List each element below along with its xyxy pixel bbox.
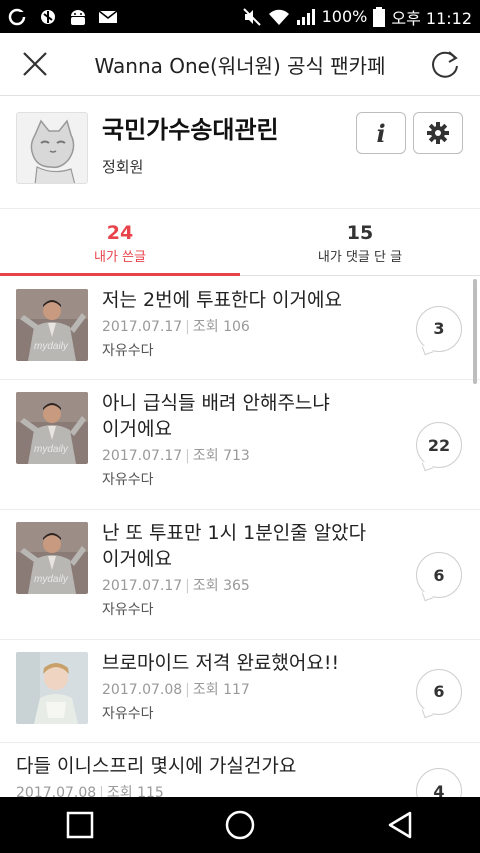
tab-label: 내가 쓴글	[94, 250, 146, 265]
status-bar: 100% 오후 11:12	[0, 0, 480, 33]
thumbnail-watermark: mydaily	[34, 574, 68, 585]
tab-count: 15	[346, 222, 374, 244]
post-date: 2017.07.17	[102, 578, 183, 594]
back-button[interactable]	[370, 797, 430, 853]
member-grade: 정회원	[102, 158, 144, 176]
thumbnail-watermark: mydaily	[34, 444, 68, 455]
meta-separator: |	[185, 448, 190, 464]
post-title: 이거에요	[102, 548, 172, 570]
signal-icon	[296, 8, 315, 25]
refresh-button[interactable]	[410, 33, 480, 96]
tab-label: 내가 댓글 단 글	[317, 250, 403, 265]
post-views: 조회 106	[192, 319, 250, 335]
scrollbar[interactable]	[473, 279, 477, 384]
post-meta: 2017.07.17 | 조회 365	[102, 575, 250, 595]
triangle-back-icon	[388, 811, 412, 839]
post-meta: 2017.07.08 | 조회 117	[102, 679, 250, 699]
post-board: 자유수다	[102, 602, 154, 618]
comment-count-bubble[interactable]: 22	[416, 422, 462, 468]
tab-bar: 24 내가 쓴글 15 내가 댓글 단 글	[0, 210, 480, 276]
navigation-bar	[0, 797, 480, 853]
post-meta: 2017.07.08 | 조회 115	[16, 782, 164, 797]
wifi-icon	[268, 9, 289, 25]
settings-button[interactable]	[413, 112, 463, 154]
idol-photo-icon	[16, 652, 88, 724]
post-board: 자유수다	[102, 343, 154, 359]
comment-count-bubble[interactable]: 6	[416, 552, 462, 598]
android-icon	[71, 9, 85, 25]
info-button[interactable]: i	[356, 112, 406, 154]
recents-button[interactable]	[50, 797, 110, 853]
close-button[interactable]	[0, 33, 70, 96]
post-views: 조회 713	[192, 448, 250, 464]
mail-icon	[98, 9, 118, 23]
post-date: 2017.07.17	[102, 319, 183, 335]
nickname: 국민가수송대관린	[102, 116, 279, 144]
post-thumbnail: mydaily	[16, 289, 88, 361]
post-views: 조회 115	[106, 785, 164, 797]
tab-my-posts[interactable]: 24 내가 쓴글	[0, 210, 240, 276]
post-date: 2017.07.08	[16, 785, 97, 797]
close-icon	[23, 52, 47, 76]
meta-separator: |	[185, 578, 190, 594]
post-views: 조회 365	[192, 578, 250, 594]
mute-icon	[242, 7, 261, 26]
post-date: 2017.07.08	[102, 682, 183, 698]
post-item[interactable]: mydaily 아니 급식들 배려 안해주느냐이거에요 2017.07.17 | 조회 …	[0, 380, 480, 510]
app-notification-icon	[8, 8, 26, 25]
post-meta: 2017.07.17 | 조회 106	[102, 316, 250, 336]
tab-my-comments[interactable]: 15 내가 댓글 단 글	[240, 210, 480, 275]
meta-separator: |	[185, 682, 190, 698]
status-left-icons	[8, 8, 118, 26]
comment-count-bubble[interactable]: 4	[416, 768, 462, 797]
post-thumbnail	[16, 652, 88, 724]
post-thumbnail: mydaily	[16, 522, 88, 594]
home-button[interactable]	[210, 797, 270, 853]
post-thumbnail: mydaily	[16, 392, 88, 464]
refresh-icon	[432, 51, 458, 78]
battery-percent: 100%	[321, 7, 368, 26]
status-right: 100% 오후 11:12	[242, 5, 472, 29]
tab-count: 24	[106, 222, 134, 244]
avatar[interactable]	[16, 112, 88, 184]
meta-separator: |	[185, 319, 190, 335]
post-title: 다들 이니스프리 몇시에 가실건가요	[16, 755, 297, 777]
comment-count-bubble[interactable]: 3	[416, 305, 462, 352]
app-notification-icon-2	[41, 9, 55, 24]
post-item[interactable]: 다들 이니스프리 몇시에 가실건가요 2017.07.08 | 조회 115 4	[0, 743, 480, 797]
profile-section: 국민가수송대관린 정회원 i	[0, 96, 480, 209]
post-views: 조회 117	[192, 682, 250, 698]
post-title: 난 또 투표만 1시 1분인줄 알았다	[102, 522, 367, 544]
square-icon	[66, 811, 94, 839]
meta-separator: |	[99, 785, 104, 797]
clock: 오후 11:12	[391, 8, 472, 28]
app-bar: Wanna One(워너원) 공식 팬카페	[0, 33, 480, 96]
battery-icon	[373, 6, 386, 27]
post-date: 2017.07.17	[102, 448, 183, 464]
post-list[interactable]: mydaily 저는 2번에 투표한다 이거에요 2017.07.17 | 조회 106…	[0, 277, 480, 797]
gear-icon	[427, 122, 449, 144]
post-item[interactable]: mydaily 저는 2번에 투표한다 이거에요 2017.07.17 | 조회 106…	[0, 277, 480, 380]
post-title: 브로마이드 저격 완료했어요!!	[102, 652, 340, 674]
page-title: Wanna One(워너원) 공식 팬카페	[94, 53, 386, 78]
thumbnail-watermark: mydaily	[34, 341, 68, 352]
post-item[interactable]: 브로마이드 저격 완료했어요!! 2017.07.08 | 조회 117 자유수다 6	[0, 640, 480, 743]
post-title: 아니 급식들 배려 안해주느냐	[102, 392, 330, 414]
post-board: 자유수다	[102, 472, 154, 488]
cat-avatar-icon	[17, 113, 87, 183]
post-title: 저는 2번에 투표한다 이거에요	[102, 289, 342, 311]
post-meta: 2017.07.17 | 조회 713	[102, 445, 250, 465]
post-title: 이거에요	[102, 418, 172, 440]
circle-icon	[225, 810, 255, 840]
post-item[interactable]: mydaily 난 또 투표만 1시 1분인줄 알았다이거에요 2017.07.17…	[0, 510, 480, 640]
post-board: 자유수다	[102, 706, 154, 722]
comment-count-bubble[interactable]: 6	[416, 668, 462, 715]
